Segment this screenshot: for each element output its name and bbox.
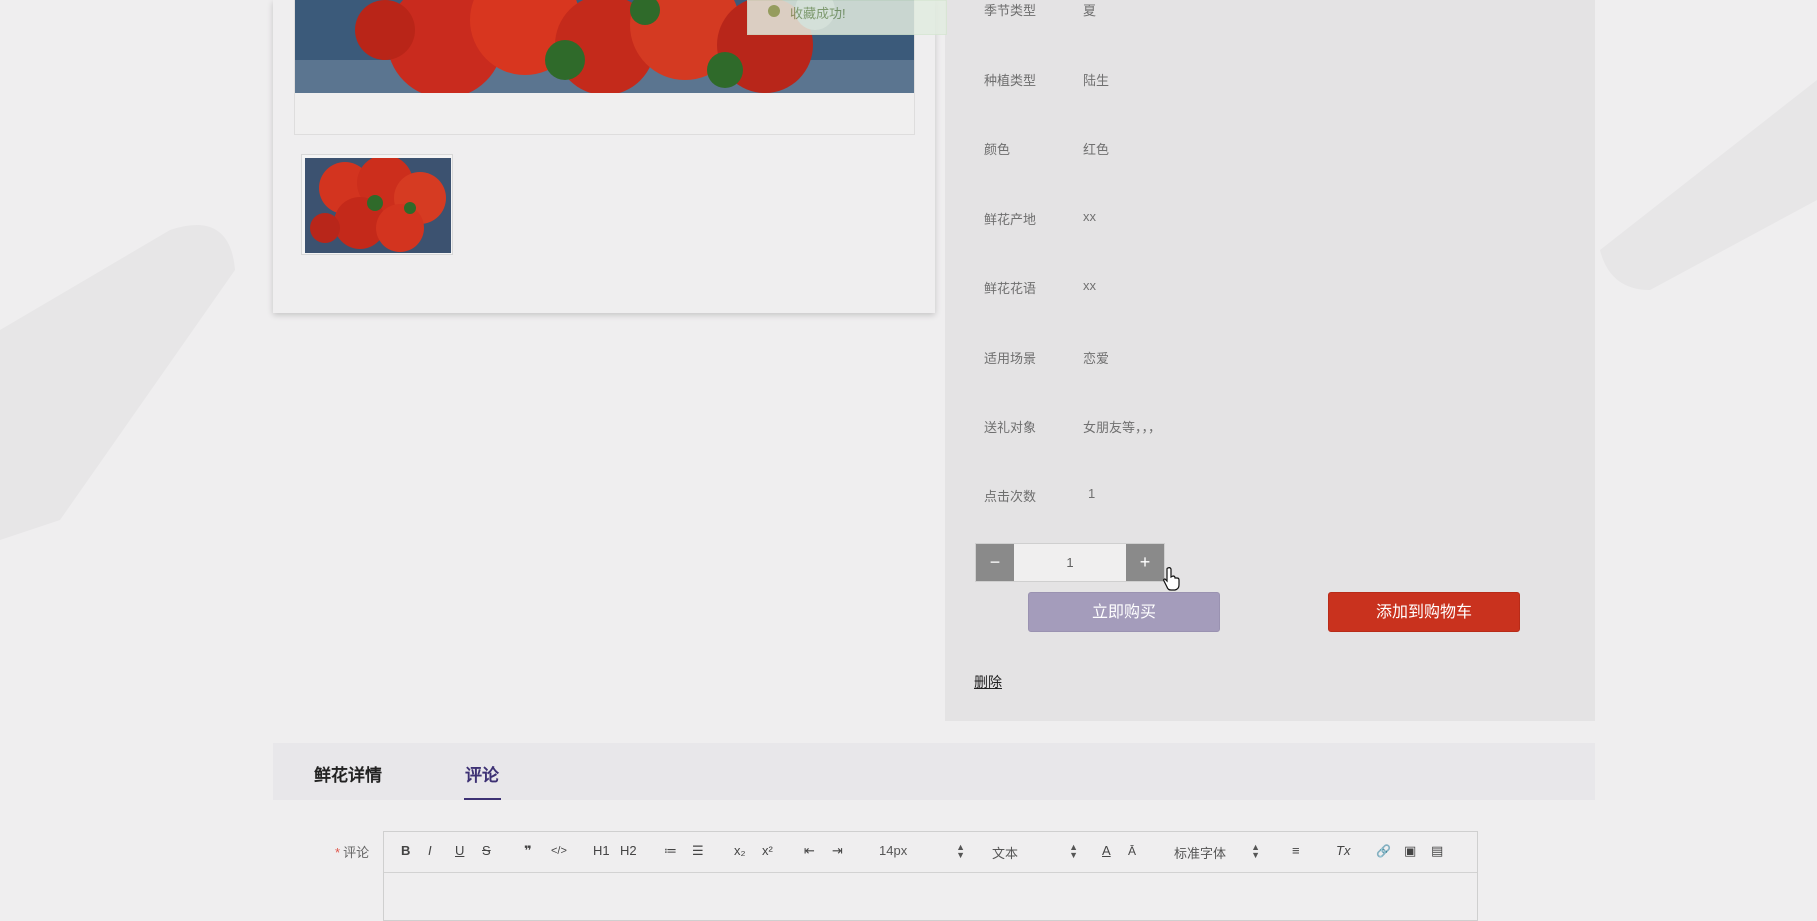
editor-toolbar: B I U S ❞ </> H1 H2 ≔ ☰ x₂ x² ⇤ ⇥ 14px ▲… <box>384 832 1477 873</box>
font-family-value: 标准字体 <box>1174 846 1227 861</box>
quantity-stepper: − 1 + <box>975 543 1165 582</box>
quantity-input[interactable]: 1 <box>1014 544 1126 581</box>
success-check-icon <box>768 5 780 17</box>
attr-value: 恋爱 <box>1083 351 1110 366</box>
align-button[interactable]: ≡ <box>1292 843 1300 859</box>
hand-cursor-icon <box>1163 567 1180 591</box>
header-select[interactable]: 文本 ▲ ▼ <box>992 843 1078 862</box>
font-color-button[interactable]: A <box>1102 843 1111 859</box>
select-arrows-icon: ▲ ▼ <box>956 842 965 860</box>
underline-button[interactable]: U <box>455 843 464 859</box>
required-mark: * <box>335 845 341 860</box>
attr-label: 送礼对象 <box>984 420 1037 435</box>
attr-value: 1 <box>1088 486 1096 501</box>
attr-value: 陆生 <box>1083 73 1110 88</box>
select-arrows-icon: ▲ ▼ <box>1251 842 1260 860</box>
toast-message: 收藏成功! <box>790 6 846 21</box>
heading-2-button[interactable]: H2 <box>620 843 637 859</box>
product-info-panel: 季节类型 夏 种植类型 陆生 颜色 红色 鲜花产地 xx 鲜花花语 xx 适用场… <box>945 0 1595 721</box>
clear-format-button[interactable]: Tx <box>1336 843 1350 859</box>
indent-button[interactable]: ⇥ <box>832 843 843 859</box>
add-to-cart-button[interactable]: 添加到购物车 <box>1328 592 1520 632</box>
detail-tabs: 鲜花详情 评论 <box>273 743 1595 800</box>
link-button[interactable]: 🔗 <box>1376 843 1391 859</box>
comment-editor-content[interactable] <box>384 873 1477 920</box>
attr-label: 鲜花产地 <box>984 212 1037 227</box>
tab-comments[interactable]: 评论 <box>465 761 499 786</box>
thumbnail-image[interactable] <box>301 154 453 255</box>
outdent-button[interactable]: ⇤ <box>804 843 815 859</box>
active-tab-indicator <box>464 798 501 800</box>
font-size-value: 14px <box>879 843 908 858</box>
tab-flower-details[interactable]: 鲜花详情 <box>314 761 382 786</box>
increase-quantity-button[interactable]: + <box>1126 544 1164 581</box>
header-value: 文本 <box>992 846 1019 861</box>
attr-label: 颜色 <box>984 142 1011 157</box>
attr-value: 红色 <box>1083 142 1110 157</box>
comment-editor: B I U S ❞ </> H1 H2 ≔ ☰ x₂ x² ⇤ ⇥ 14px ▲… <box>383 831 1478 921</box>
background-color-button[interactable]: Ā <box>1128 843 1136 859</box>
strikethrough-button[interactable]: S <box>482 843 491 859</box>
superscript-button[interactable]: x² <box>762 843 773 859</box>
select-arrows-icon: ▲ ▼ <box>1069 842 1078 860</box>
attr-value: xx <box>1083 278 1096 293</box>
decrease-quantity-button[interactable]: − <box>976 544 1014 581</box>
attr-value: 夏 <box>1083 3 1097 18</box>
attr-label: 点击次数 <box>984 489 1037 504</box>
attr-label: 种植类型 <box>984 73 1037 88</box>
attr-label: 季节类型 <box>984 3 1037 18</box>
image-button[interactable]: ▣ <box>1404 843 1416 859</box>
code-block-button[interactable]: </> <box>551 843 567 859</box>
attr-label: 适用场景 <box>984 351 1037 366</box>
comment-label-text: 评论 <box>343 845 370 860</box>
italic-button[interactable]: I <box>428 843 432 859</box>
font-size-select[interactable]: 14px ▲ ▼ <box>879 842 965 860</box>
bold-button[interactable]: B <box>401 843 410 859</box>
ordered-list-button[interactable]: ≔ <box>664 843 677 859</box>
blockquote-button[interactable]: ❞ <box>524 843 532 859</box>
attr-label: 鲜花花语 <box>984 281 1037 296</box>
subscript-button[interactable]: x₂ <box>734 843 746 859</box>
bullet-list-button[interactable]: ☰ <box>692 843 704 859</box>
comment-field-label: * 评论 <box>335 842 369 861</box>
font-family-select[interactable]: 标准字体 ▲ ▼ <box>1174 843 1260 862</box>
delete-link[interactable]: 删除 <box>974 672 1002 692</box>
attr-value: xx <box>1083 209 1096 224</box>
buy-now-button[interactable]: 立即购买 <box>1028 592 1220 632</box>
image-gallery-card <box>273 0 935 313</box>
success-toast: 收藏成功! <box>747 0 947 35</box>
heading-1-button[interactable]: H1 <box>593 843 610 859</box>
video-button[interactable]: ▤ <box>1431 843 1443 859</box>
attr-value: 女朋友等，，， <box>1083 420 1162 435</box>
